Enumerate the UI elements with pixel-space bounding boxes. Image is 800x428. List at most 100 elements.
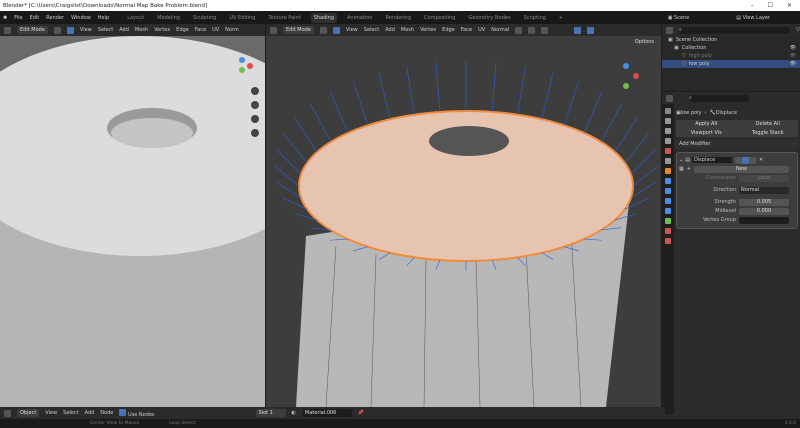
tab-sculpting[interactable]: Sculpting [190,13,219,23]
output-tab-icon[interactable] [665,128,671,134]
delete-all-button[interactable]: Delete All [737,120,798,128]
viewport-toggle-icon[interactable] [741,156,749,164]
menu-render[interactable]: Render [46,15,64,21]
menu-vertex[interactable]: Vertex [154,27,170,33]
menu-edge[interactable]: Edge [442,27,455,33]
scene-selector[interactable]: ▣ Scene [668,15,690,21]
maximize-button[interactable]: ☐ [768,2,773,9]
menu-select[interactable]: Select [98,27,113,33]
new-texture-button[interactable]: New [693,165,789,173]
overlay-icon[interactable] [574,26,582,34]
use-nodes-checkbox[interactable]: Use Nodes [119,408,155,418]
snap-icon[interactable] [528,26,536,34]
mode-select[interactable]: Edit Mode [283,26,314,34]
physics-tab-icon[interactable] [665,198,671,204]
face-select-icon[interactable] [332,26,340,34]
constraints-tab-icon[interactable] [665,208,671,214]
viewport-right[interactable]: Edit Mode View Select Add Mesh Vertex Ed… [266,24,661,407]
outliner-search-input[interactable]: ⌕ [679,26,791,34]
toggle-stack-button[interactable]: Toggle Stack [737,129,798,137]
xray-icon[interactable] [587,26,595,34]
add-modifier-button[interactable]: Add Modifier [676,140,798,148]
pin-icon[interactable]: 📌 [358,410,364,416]
remove-modifier-icon[interactable]: ✕ [759,157,763,163]
collapse-icon[interactable]: ⌄ [679,157,683,163]
menu-help[interactable]: Help [98,15,109,21]
menu-edge[interactable]: Edge [176,27,189,33]
editor-type-icon[interactable] [4,26,11,34]
tab-rendering[interactable]: Rendering [382,13,414,23]
close-button[interactable]: ✕ [787,2,792,9]
texture-tab-icon[interactable] [665,238,671,244]
menu-window[interactable]: Window [71,15,91,21]
visibility-eye-icon[interactable]: 👁 [790,61,800,67]
viewport-vis-button[interactable]: Viewport Vis [676,129,737,137]
menu-select[interactable]: Select [63,410,78,416]
material-tab-icon[interactable] [665,228,671,234]
tab-geometry-nodes[interactable]: Geometry Nodes [465,13,513,23]
menu-node[interactable]: Node [100,410,113,416]
modifier-name-input[interactable]: Displace [691,157,732,163]
menu-add[interactable]: Add [119,27,129,33]
viewport-left[interactable]: Edit Mode View Select Add Mesh Vertex Ed… [0,24,265,407]
menu-add[interactable]: Add [385,27,395,33]
strength-field[interactable]: 0.005 [739,198,789,206]
tab-layout[interactable]: Layout [124,13,147,23]
menu-mesh[interactable]: Mesh [135,27,148,33]
tab-compositing[interactable]: Compositing [421,13,458,23]
menu-face[interactable]: Face [195,27,206,33]
menu-uv[interactable]: UV [478,27,485,33]
modifier-tab-icon[interactable] [665,178,671,184]
tab-uv-editing[interactable]: UV Editing [226,13,258,23]
tab-texture-paint[interactable]: Texture Paint [265,13,303,23]
menu-view[interactable]: View [80,27,92,33]
pivot-icon[interactable] [515,26,523,34]
material-name-input[interactable]: Material.006 [301,409,352,417]
tool-tab-icon[interactable] [665,108,671,114]
outliner-item-collection[interactable]: ▣ Collection 👁 [662,44,800,52]
outliner-item-low-poly[interactable]: ▽ low poly 👁 [662,60,800,68]
coordinates-select[interactable]: Local [739,174,789,182]
menu-vertex[interactable]: Vertex [420,27,436,33]
orientation-select[interactable]: Norm [225,27,239,33]
options-button[interactable]: Options [631,38,657,46]
outliner-item-scene-collection[interactable]: ▣ Scene Collection [662,36,800,44]
proportional-edit-icon[interactable] [541,26,549,34]
orientation-select[interactable]: Normal [491,27,509,33]
properties-search-input[interactable]: ⌕ [689,94,749,102]
object-tab-icon[interactable] [665,168,671,174]
visibility-eye-icon[interactable]: 👁 [790,45,800,51]
menu-face[interactable]: Face [461,27,472,33]
particles-tab-icon[interactable] [665,188,671,194]
blender-logo-icon[interactable]: ✺ [3,15,7,21]
view-layer-selector[interactable]: ▤ View Layer [736,15,770,21]
apply-all-button[interactable]: Apply All [676,120,737,128]
mode-select[interactable]: Edit Mode [17,26,48,34]
menu-mesh[interactable]: Mesh [401,27,414,33]
face-select-icon[interactable] [66,26,74,34]
world-tab-icon[interactable] [665,158,671,164]
menu-view[interactable]: View [346,27,358,33]
view-layer-tab-icon[interactable] [665,138,671,144]
texture-icon[interactable]: ▦ [679,166,684,172]
menu-file[interactable]: File [14,15,22,21]
slot-select[interactable]: Slot 1 [255,409,286,417]
menu-edit[interactable]: Edit [30,15,40,21]
tab-scripting[interactable]: Scripting [521,13,549,23]
visibility-eye-icon[interactable]: 👁 [790,53,800,59]
menu-select[interactable]: Select [364,27,379,33]
tab-animation[interactable]: Animation [344,13,376,23]
editor-type-icon[interactable] [270,26,277,34]
vertex-select-icon[interactable] [319,26,327,34]
tab-shading[interactable]: Shading [310,12,337,23]
render-toggle-icon[interactable] [748,156,756,164]
data-tab-icon[interactable] [665,218,671,224]
menu-add[interactable]: Add [85,410,95,416]
filter-icon[interactable]: ▽ [796,27,800,33]
object-type-select[interactable]: Object [17,409,40,417]
render-tab-icon[interactable] [665,118,671,124]
tab-modeling[interactable]: Modeling [154,13,183,23]
vertex-group-input[interactable] [739,216,789,224]
vertex-select-icon[interactable] [53,26,61,34]
minimize-button[interactable]: – [751,2,754,9]
